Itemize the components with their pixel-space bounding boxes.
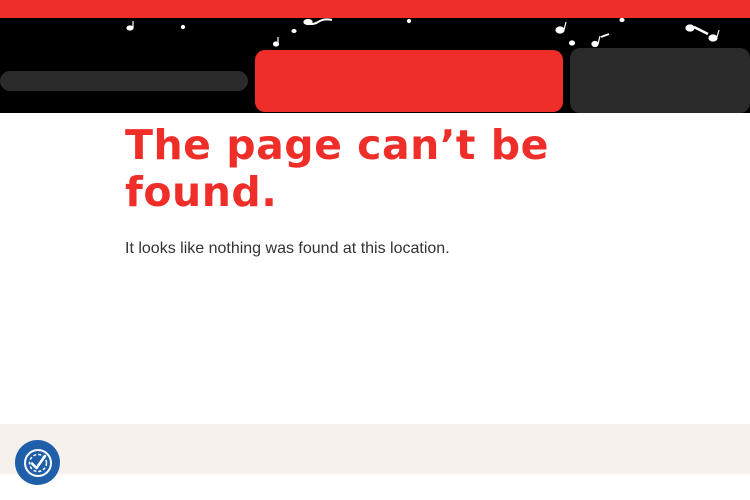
accessibility-check-icon [23,448,52,477]
top-accent-bar [0,0,750,18]
footer-band [0,424,750,474]
site-header [0,18,750,113]
accessibility-button[interactable] [15,440,60,485]
error-content: The page can’t be found. It looks like n… [125,122,685,259]
nav-button-primary[interactable] [255,50,563,112]
nav-button-secondary[interactable] [570,48,750,113]
error-message: It looks like nothing was found at this … [125,240,450,257]
page-title: The page can’t be found. [125,121,549,216]
header-search-bar[interactable] [0,71,248,91]
